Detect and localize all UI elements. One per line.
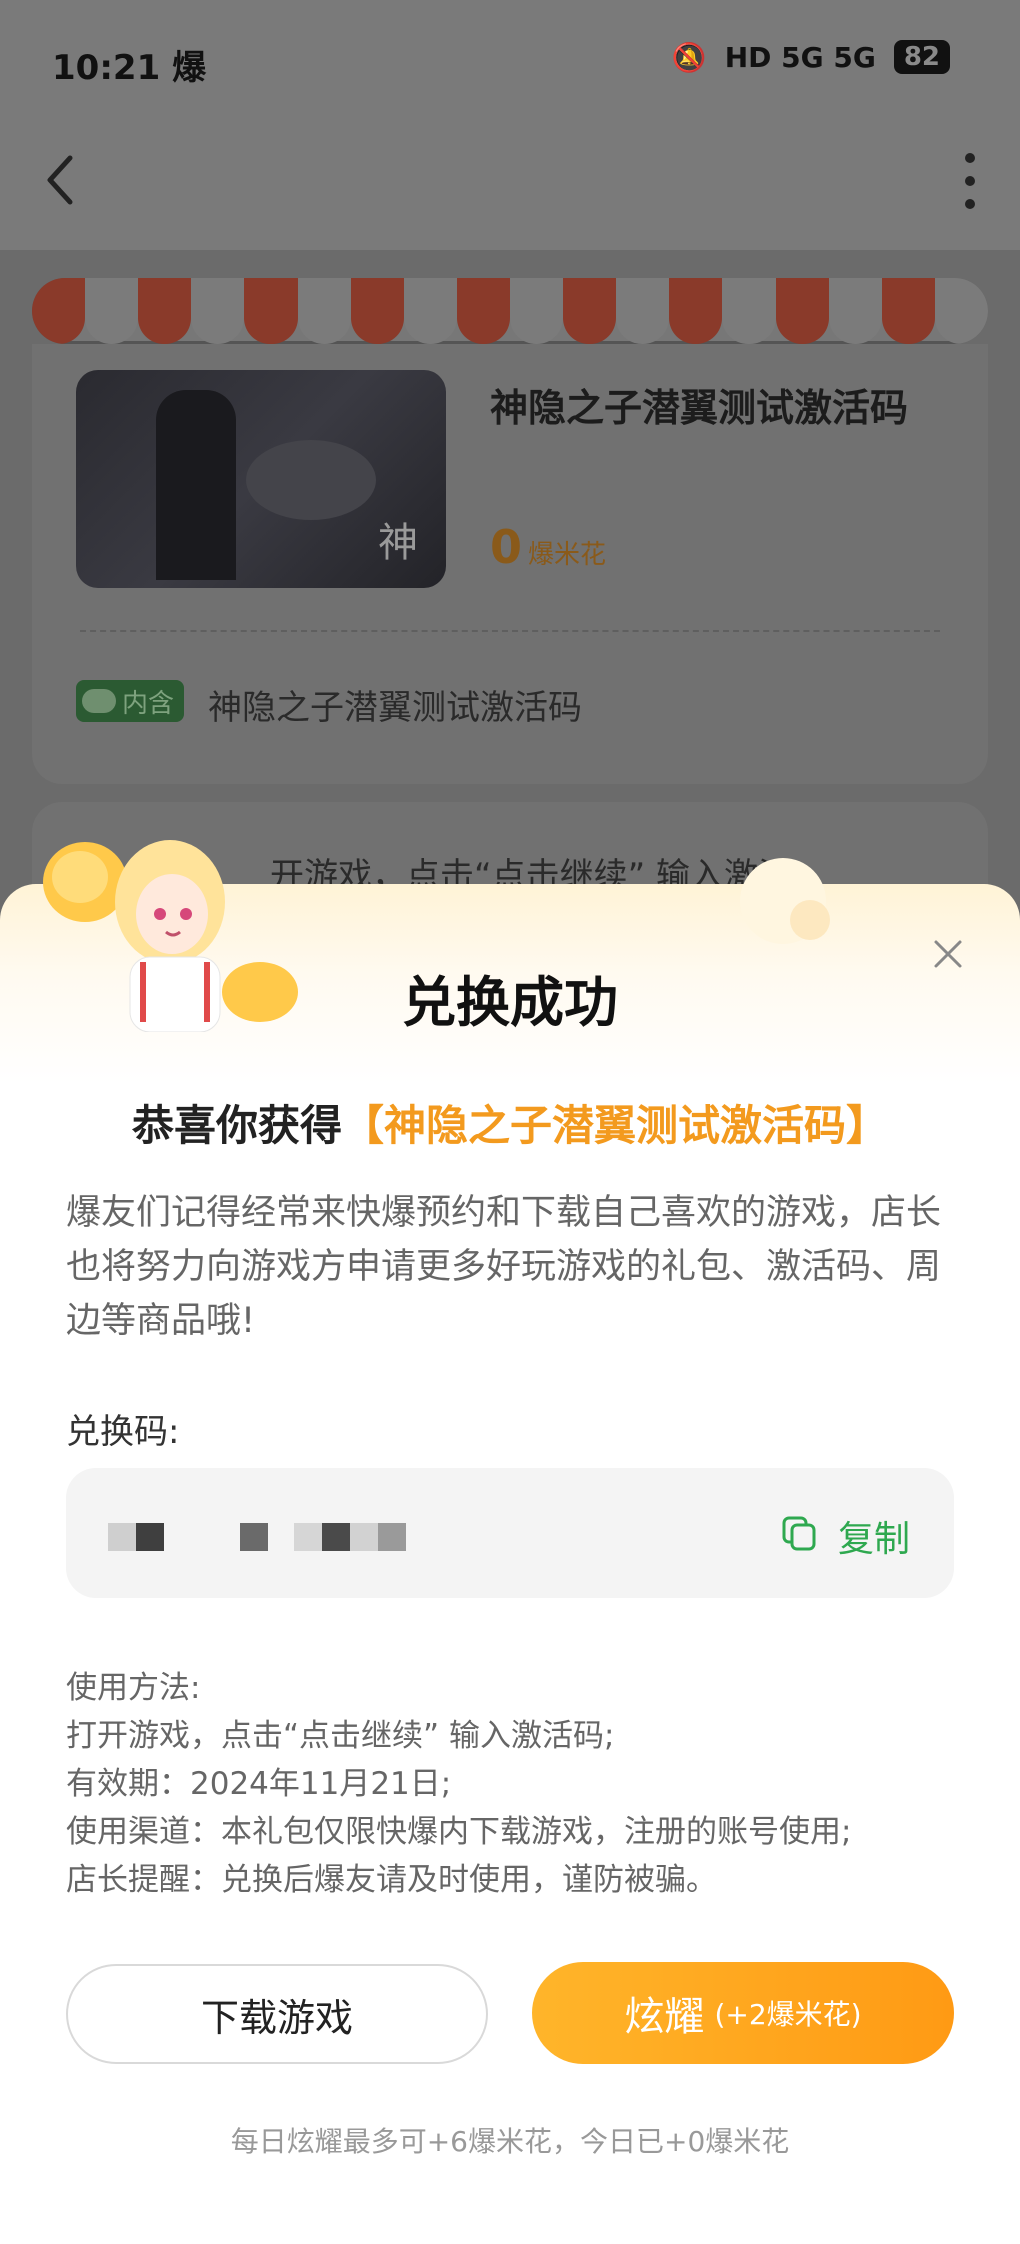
copy-icon[interactable] <box>780 1514 818 1552</box>
code-mosaic <box>108 1523 136 1551</box>
code-mosaic <box>350 1523 378 1551</box>
daily-limit-note: 每日炫耀最多可+6爆米花，今日已+0爆米花 <box>230 2125 790 2158</box>
product-price: 0 爆米花 <box>490 520 607 574</box>
divider <box>80 630 940 632</box>
nav-bar <box>0 120 1020 250</box>
code-mosaic <box>294 1523 322 1551</box>
status-time: 10:21 爆 <box>52 48 207 88</box>
product-title: 神隐之子潜翼测试激活码 <box>490 386 909 430</box>
product-thumbnail: 神 <box>76 370 446 588</box>
usage-instructions: 使用方法: 打开游戏，点击“点击继续” 输入激活码; 有效期：2024年11月2… <box>66 1664 966 1904</box>
shop-awning <box>32 278 988 344</box>
contains-badge: 内含 <box>76 680 185 722</box>
reward-name: 【神隐之子潜翼测试激活码】 <box>342 1101 889 1150</box>
description-text: 爆友们记得经常来快爆预约和下载自己喜欢的游戏，店长也将努力向游戏方申请更多好玩游… <box>66 1193 942 1341</box>
congrats-line: 恭喜你获得【神隐之子潜翼测试激活码】 <box>131 1101 889 1150</box>
usage-line: 使用方法: <box>66 1670 201 1706</box>
back-arrow-icon[interactable] <box>40 150 80 210</box>
usage-line: 有效期：2024年11月21日; <box>66 1766 452 1802</box>
contains-text: 神隐之子潜翼测试激活码 <box>208 688 582 728</box>
code-mosaic <box>322 1523 350 1551</box>
code-mosaic <box>136 1523 164 1551</box>
usage-line: 使用渠道：本礼包仅限快爆内下载游戏，注册的账号使用; <box>66 1814 852 1850</box>
signal-text: HD 5G 5G <box>724 40 876 74</box>
battery-indicator: 82 <box>893 40 950 74</box>
copy-button[interactable]: 复制 <box>838 1510 910 1562</box>
show-off-button[interactable]: 炫耀 (+2爆米花) <box>532 1962 954 2064</box>
code-label: 兑换码: <box>66 1412 180 1452</box>
status-indicators: 🔕 HD 5G 5G 82 <box>672 40 950 74</box>
decoration-bubble-small <box>790 900 830 940</box>
download-game-button[interactable]: 下载游戏 <box>66 1964 488 2064</box>
redeem-code-box <box>66 1468 954 1598</box>
sheet-title: 兑换成功 <box>402 971 618 1034</box>
code-mosaic <box>378 1523 406 1551</box>
app-badge: 爆 <box>172 48 207 88</box>
usage-line: 店长提醒：兑换后爆友请及时使用，谨防被骗。 <box>66 1862 717 1898</box>
more-vertical-icon[interactable] <box>960 150 980 212</box>
cloud-icon <box>82 689 116 713</box>
mute-icon: 🔕 <box>671 40 707 74</box>
usage-line: 打开游戏，点击“点击继续” 输入激活码; <box>66 1718 615 1754</box>
code-mosaic <box>240 1523 268 1551</box>
